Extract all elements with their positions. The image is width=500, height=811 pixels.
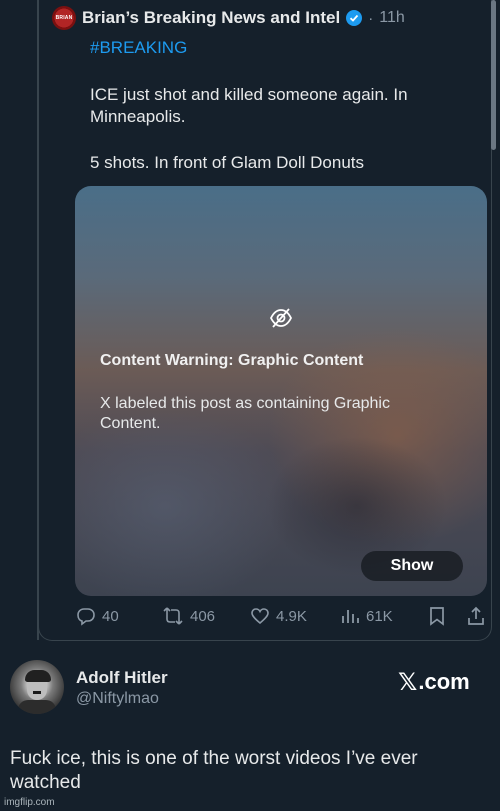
quoted-author-name[interactable]: Brian’s Breaking News and Intel <box>82 8 340 28</box>
x-com-logo: 𝕏 .com <box>398 668 470 696</box>
repost-count: 406 <box>190 607 216 625</box>
tweet-text-line-3: 5 shots. In front of Glam Doll Donuts <box>90 153 365 172</box>
repost-icon <box>163 607 183 625</box>
reply-icon <box>77 608 95 626</box>
avatar-figure <box>33 691 41 694</box>
bookmark-icon <box>430 607 444 626</box>
heart-icon <box>251 608 269 625</box>
show-media-button[interactable]: Show <box>361 551 463 581</box>
tweet-text-line-1: ICE just shot and killed someone again. … <box>90 85 408 104</box>
reply-author-avatar[interactable] <box>10 660 64 714</box>
blurred-media-region <box>75 406 295 596</box>
avatar-figure <box>18 700 56 714</box>
like-count: 4.9K <box>276 607 307 625</box>
views-chart-icon <box>342 610 359 623</box>
media-content-warning[interactable]: Content Warning: Graphic Content X label… <box>75 186 487 596</box>
avatar-figure <box>25 670 51 682</box>
reply-action[interactable]: 40 <box>76 606 119 626</box>
x-logo-icon: 𝕏 <box>398 668 418 696</box>
tweet-text-line-2: Minneapolis. <box>90 107 186 126</box>
x-com-suffix: .com <box>418 669 470 694</box>
reply-count: 40 <box>102 607 119 625</box>
views-action[interactable]: 61K <box>340 606 393 626</box>
share-action[interactable] <box>466 606 486 626</box>
repost-action[interactable]: 406 <box>162 606 215 626</box>
scrollbar[interactable] <box>491 0 496 150</box>
reply-author-name[interactable]: Adolf Hitler <box>76 668 168 688</box>
tweet-action-bar: 40 406 4.9K 61K <box>76 606 488 632</box>
bookmark-action[interactable] <box>428 606 446 626</box>
content-warning-title: Content Warning: Graphic Content <box>100 352 364 369</box>
time-separator: · <box>368 9 374 27</box>
quoted-author-avatar[interactable]: BRIAN <box>52 6 76 30</box>
like-action[interactable]: 4.9K <box>250 606 307 626</box>
reply-text: Fuck ice, this is one of the worst video… <box>10 748 418 793</box>
quoted-tweet-time[interactable]: 11h <box>379 9 405 27</box>
reply-author-handle[interactable]: @Niftylmao <box>76 690 159 708</box>
avatar-logo-text: BRIAN <box>55 15 73 21</box>
verified-badge-icon <box>346 10 363 26</box>
imgflip-watermark: imgflip.com <box>4 797 55 808</box>
views-count: 61K <box>366 607 393 625</box>
hashtag-link[interactable]: #BREAKING <box>90 38 187 58</box>
eye-off-icon <box>269 308 293 328</box>
share-icon <box>468 606 484 625</box>
content-warning-body: X labeled this post as containing Graphi… <box>100 395 390 432</box>
quoted-tweet-header: BRIAN Brian’s Breaking News and Intel · … <box>52 6 405 30</box>
